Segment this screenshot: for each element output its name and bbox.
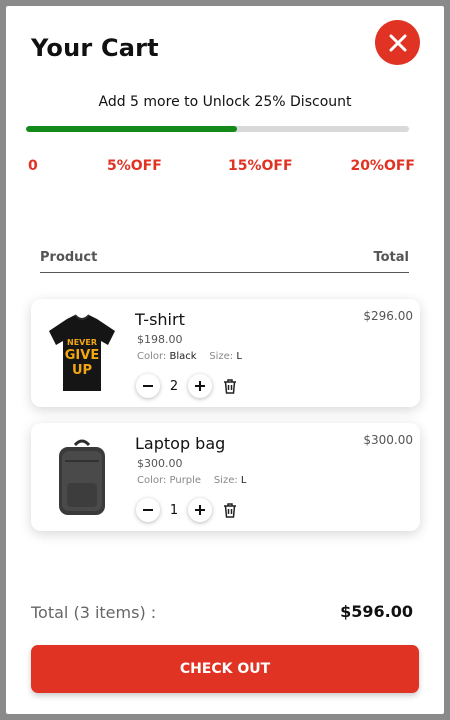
product-column-header: Product (40, 250, 98, 265)
discount-progress-bar (26, 126, 409, 132)
milestone-15-off: 15%OFF (228, 158, 293, 174)
increase-quantity-button[interactable] (188, 374, 212, 398)
quantity-stepper: 2 (136, 374, 238, 398)
milestone-0: 0 (28, 158, 38, 174)
item-unit-price: $198.00 (137, 333, 183, 346)
discount-progress-fill (26, 126, 237, 132)
item-total: $296.00 (363, 309, 413, 323)
cart-panel: Your Cart Add 5 more to Unlock 25% Disco… (6, 6, 444, 714)
header-divider (40, 272, 409, 273)
color-label: Color: (137, 475, 167, 486)
size-label: Size: (209, 351, 234, 362)
tshirt-print-line-3: UP (72, 363, 92, 378)
close-icon (389, 34, 406, 51)
color-value: Purple (169, 475, 202, 486)
minus-icon (143, 385, 153, 387)
cart-item-tshirt: NEVER GIVE UP T-shirt $198.00 Color: Bla… (31, 299, 420, 407)
tshirt-image: NEVER GIVE UP (45, 311, 119, 395)
color-value: Black (169, 351, 197, 362)
size-value: L (240, 475, 247, 486)
remove-item-button[interactable] (222, 378, 238, 394)
size-label: Size: (213, 475, 238, 486)
trash-icon (224, 378, 236, 394)
cart-title: Your Cart (31, 34, 159, 62)
quantity-value: 1 (169, 502, 179, 518)
item-total: $300.00 (363, 433, 413, 447)
plus-icon (195, 381, 205, 391)
item-name: T-shirt (135, 310, 185, 329)
item-unit-price: $300.00 (137, 457, 183, 470)
increase-quantity-button[interactable] (188, 498, 212, 522)
cart-total-value: $596.00 (340, 602, 413, 621)
quantity-value: 2 (169, 378, 179, 394)
trash-icon (224, 502, 236, 518)
milestone-20-off: 20%OFF (350, 158, 415, 174)
item-attributes: Color: Purple Size: L (137, 475, 246, 486)
remove-item-button[interactable] (222, 502, 238, 518)
milestone-5-off: 5%OFF (107, 158, 162, 174)
discount-milestones: 0 5%OFF 15%OFF 20%OFF (28, 158, 415, 176)
tshirt-print-line-2: GIVE (65, 348, 99, 363)
discount-message: Add 5 more to Unlock 25% Discount (98, 94, 352, 110)
decrease-quantity-button[interactable] (136, 498, 160, 522)
plus-icon (195, 505, 205, 515)
total-column-header: Total (373, 250, 409, 265)
close-button[interactable] (375, 20, 420, 65)
color-label: Color: (137, 351, 167, 362)
tshirt-print-line-1: NEVER (67, 338, 97, 347)
item-attributes: Color: Black Size: L (137, 351, 242, 362)
backpack-image (45, 435, 119, 519)
size-value: L (236, 351, 242, 362)
cart-table-header: Product Total (40, 250, 409, 265)
cart-item-laptop-bag: Laptop bag $300.00 Color: Purple Size: L… (31, 423, 420, 531)
minus-icon (143, 509, 153, 511)
quantity-stepper: 1 (136, 498, 238, 522)
decrease-quantity-button[interactable] (136, 374, 160, 398)
checkout-button[interactable]: CHECK OUT (31, 645, 419, 693)
item-name: Laptop bag (135, 434, 226, 453)
cart-total-label: Total (3 items) : (31, 603, 157, 622)
